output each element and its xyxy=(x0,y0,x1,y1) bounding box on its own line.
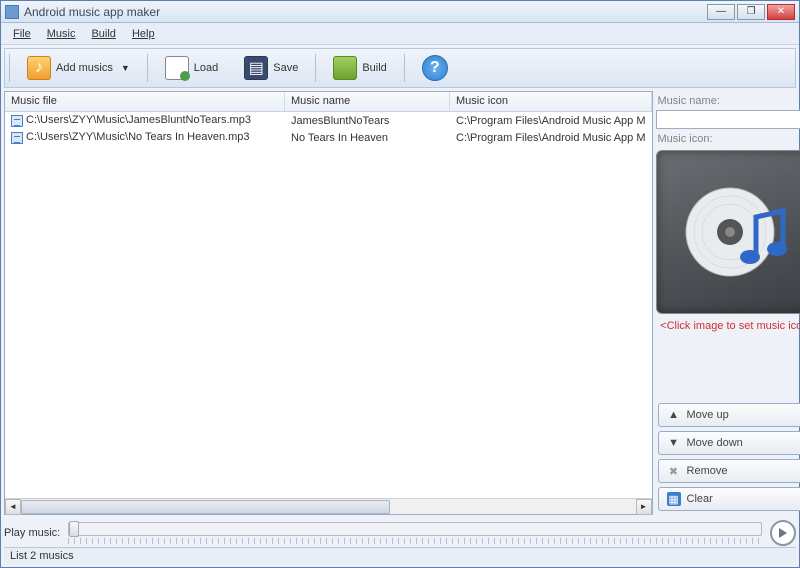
cell-file: C:\Users\ZYY\Music\No Tears In Heaven.mp… xyxy=(26,131,250,143)
help-icon: ? xyxy=(422,55,448,81)
cell-name: JamesBluntNoTears xyxy=(285,114,450,128)
arrow-down-icon: ▼ xyxy=(667,436,681,450)
trash-icon: ▦ xyxy=(667,492,681,506)
seek-ticks xyxy=(68,538,762,544)
remove-button[interactable]: ✖Remove xyxy=(658,459,800,483)
menu-music[interactable]: Music xyxy=(39,25,84,43)
menu-bar: File Music Build Help xyxy=(1,23,799,45)
play-icon xyxy=(778,528,788,538)
dropdown-arrow-icon: ▼ xyxy=(121,63,130,73)
audio-file-icon xyxy=(11,132,23,144)
menu-help[interactable]: Help xyxy=(124,25,163,43)
build-button[interactable]: Build xyxy=(324,52,395,84)
table-header: Music file Music name Music icon xyxy=(5,92,652,112)
window-title: Android music app maker xyxy=(24,5,707,19)
app-window: Android music app maker — ❐ ✕ File Music… xyxy=(0,0,800,568)
load-button[interactable]: Load xyxy=(156,52,227,84)
add-musics-button[interactable]: ♪ Add musics ▼ xyxy=(18,52,139,84)
toolbar-separator xyxy=(9,54,10,82)
remove-icon: ✖ xyxy=(667,464,681,478)
toolbar-separator xyxy=(315,54,316,82)
window-controls: — ❐ ✕ xyxy=(707,4,795,20)
music-list-panel: Music file Music name Music icon C:\User… xyxy=(4,91,653,515)
col-header-name[interactable]: Music name xyxy=(285,92,450,111)
music-name-input[interactable] xyxy=(656,110,800,129)
horizontal-scrollbar: ◄ ► xyxy=(5,498,652,514)
toolbar-separator xyxy=(404,54,405,82)
cd-music-icon xyxy=(678,177,798,287)
load-label: Load xyxy=(194,62,218,74)
status-bar: List 2 musics xyxy=(4,547,796,565)
toolbar-separator xyxy=(147,54,148,82)
title-bar: Android music app maker — ❐ ✕ xyxy=(1,1,799,23)
scroll-right-button[interactable]: ► xyxy=(636,499,652,515)
side-buttons: ▲Move up ▼Move down ✖Remove ▦Clear xyxy=(656,399,800,515)
app-icon xyxy=(5,5,19,19)
table-row[interactable]: C:\Users\ZYY\Music\JamesBluntNoTears.mp3… xyxy=(5,112,652,129)
status-text: List 2 musics xyxy=(10,550,74,562)
cell-icon: C:\Program Files\Android Music App M xyxy=(450,131,652,145)
move-up-button[interactable]: ▲Move up xyxy=(658,403,800,427)
player-bar: Play music: xyxy=(4,519,796,547)
close-button[interactable]: ✕ xyxy=(767,4,795,20)
scroll-track[interactable] xyxy=(21,499,636,515)
save-label: Save xyxy=(273,62,298,74)
move-down-button[interactable]: ▼Move down xyxy=(658,431,800,455)
col-header-icon[interactable]: Music icon xyxy=(450,92,652,111)
play-button[interactable] xyxy=(770,520,796,546)
music-icon-preview[interactable] xyxy=(656,150,800,314)
help-button[interactable]: ? xyxy=(413,52,457,84)
floppy-disk-icon: ▤ xyxy=(244,56,268,80)
table-body: C:\Users\ZYY\Music\JamesBluntNoTears.mp3… xyxy=(5,112,652,498)
save-button[interactable]: ▤ Save xyxy=(235,52,307,84)
cell-file: C:\Users\ZYY\Music\JamesBluntNoTears.mp3 xyxy=(26,114,251,126)
seek-thumb[interactable] xyxy=(69,521,79,537)
spacer xyxy=(656,332,800,399)
arrow-up-icon: ▲ xyxy=(667,408,681,422)
audio-file-icon xyxy=(11,115,23,127)
properties-panel: Music name: Music icon: <Click image to … xyxy=(656,91,800,515)
scroll-left-button[interactable]: ◄ xyxy=(5,499,21,515)
load-icon xyxy=(165,56,189,80)
build-label: Build xyxy=(362,62,386,74)
seek-slider[interactable] xyxy=(68,522,762,536)
android-build-icon xyxy=(333,56,357,80)
menu-build[interactable]: Build xyxy=(83,25,123,43)
play-music-label: Play music: xyxy=(4,527,60,539)
music-name-label: Music name: xyxy=(658,95,800,107)
music-icon-label: Music icon: xyxy=(658,133,800,145)
clear-button[interactable]: ▦Clear xyxy=(658,487,800,511)
main-content: Music file Music name Music icon C:\User… xyxy=(4,91,796,515)
cell-icon: C:\Program Files\Android Music App M xyxy=(450,114,652,128)
music-note-icon: ♪ xyxy=(27,56,51,80)
click-image-hint: <Click image to set music icon> xyxy=(656,320,800,332)
col-header-file[interactable]: Music file xyxy=(5,92,285,111)
table-row[interactable]: C:\Users\ZYY\Music\No Tears In Heaven.mp… xyxy=(5,129,652,146)
toolbar: ♪ Add musics ▼ Load ▤ Save Build ? xyxy=(4,48,796,88)
menu-file[interactable]: File xyxy=(5,25,39,43)
scroll-thumb[interactable] xyxy=(21,500,390,514)
add-musics-label: Add musics xyxy=(56,62,113,74)
cell-name: No Tears In Heaven xyxy=(285,131,450,145)
minimize-button[interactable]: — xyxy=(707,4,735,20)
maximize-button[interactable]: ❐ xyxy=(737,4,765,20)
